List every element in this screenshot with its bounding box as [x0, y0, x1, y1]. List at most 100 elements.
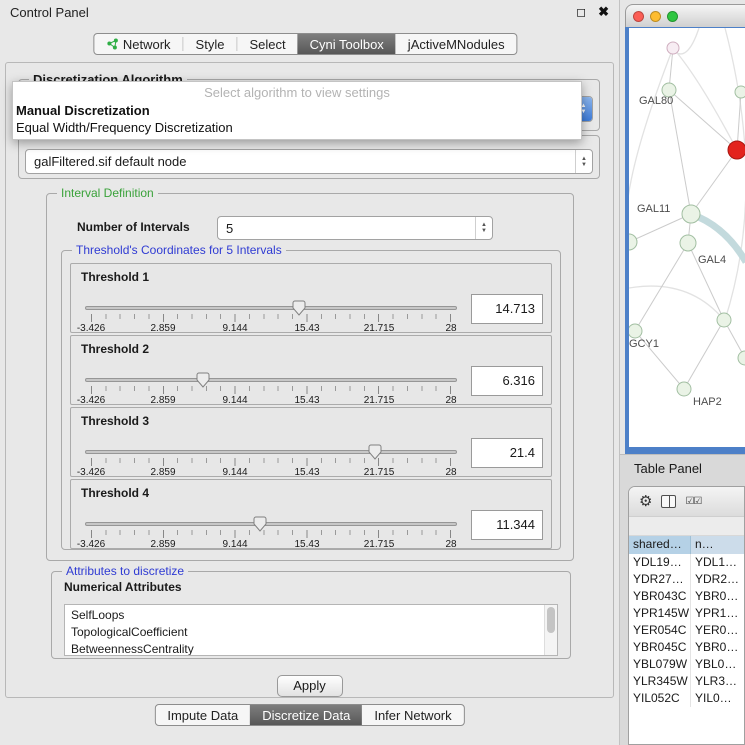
control-panel-titlebar: Control Panel ◻ ✖	[0, 0, 619, 24]
select-columns-icons[interactable]: ☑☑	[685, 496, 701, 507]
slider-thumb[interactable]	[196, 372, 210, 388]
slider-scale-label: 15.43	[294, 467, 319, 477]
table-row[interactable]: YBL079WYBL0…	[629, 656, 744, 673]
network-node[interactable]	[629, 234, 637, 250]
network-window-titlebar[interactable]	[625, 4, 745, 27]
float-window-icon[interactable]: ◻	[576, 5, 586, 19]
slider-thumb[interactable]	[253, 516, 267, 532]
threshold-value-field[interactable]: 11.344	[471, 510, 543, 540]
attribute-item[interactable]: BetweennessCentrality	[65, 641, 557, 656]
interval-definition-legend: Interval Definition	[57, 186, 158, 201]
column-header-name[interactable]: n…	[691, 536, 744, 554]
tab-select[interactable]: Select	[237, 34, 297, 54]
close-window-icon[interactable]: ✖	[598, 4, 609, 20]
network-node[interactable]	[667, 42, 679, 54]
network-edge[interactable]	[691, 150, 737, 214]
slider-scale: -3.4262.8599.14415.4321.71528	[91, 323, 451, 333]
interval-definition-group: Interval Definition Number of Intervals …	[46, 193, 574, 561]
table-row[interactable]: YDL19…YDL1…	[629, 554, 744, 571]
table-row[interactable]: YBR043CYBR0…	[629, 588, 744, 605]
network-edge[interactable]	[669, 90, 737, 150]
algorithm-option[interactable]: Equal Width/Frequency Discretization	[13, 119, 581, 136]
threshold-slider[interactable]: -3.4262.8599.14415.4321.71528	[83, 300, 459, 333]
table-row[interactable]: YER054CYER0…	[629, 622, 744, 639]
window-title: Control Panel	[10, 5, 564, 20]
network-node[interactable]	[735, 86, 745, 98]
slider-scale: -3.4262.8599.14415.4321.71528	[91, 395, 451, 405]
threshold-panel: Threshold 3-3.4262.8599.14415.4321.71528…	[70, 407, 552, 477]
threshold-value-field[interactable]: 21.4	[471, 438, 543, 468]
network-canvas[interactable]: GAL80GAL11GAL4GCY1HAP2	[629, 28, 745, 447]
network-node[interactable]	[680, 235, 696, 251]
traffic-lights	[633, 11, 678, 22]
threshold-slider[interactable]: -3.4262.8599.14415.4321.71528	[83, 516, 459, 549]
tab-style[interactable]: Style	[184, 34, 237, 54]
tab-infer-network[interactable]: Infer Network	[362, 705, 463, 725]
slider-scale-label: 9.144	[222, 467, 247, 477]
slider-scale-label: 28	[445, 323, 456, 333]
slider-scale-label: 2.859	[150, 395, 175, 405]
network-icon	[106, 38, 118, 50]
checkbox-icon[interactable]: ☑	[693, 496, 701, 507]
number-of-intervals-label: Number of Intervals	[77, 220, 190, 234]
tab-network[interactable]: Network	[94, 34, 183, 54]
threshold-slider[interactable]: -3.4262.8599.14415.4321.71528	[83, 372, 459, 405]
table-row[interactable]: YDR27…YDR2…	[629, 571, 744, 588]
network-node[interactable]	[682, 205, 700, 223]
cell-name: YDR2…	[691, 571, 744, 588]
attribute-item[interactable]: TopologicalCoefficient	[65, 624, 557, 641]
algorithm-option[interactable]: Manual Discretization	[13, 102, 581, 119]
tab-label: Impute Data	[167, 708, 238, 723]
attribute-item[interactable]: SelfLoops	[65, 607, 557, 624]
network-edge[interactable]	[684, 320, 724, 389]
threshold-panel: Threshold 4-3.4262.8599.14415.4321.71528…	[70, 479, 552, 549]
columns-icon[interactable]	[661, 495, 676, 508]
slider-thumb[interactable]	[368, 444, 382, 460]
number-of-intervals-combo[interactable]: 5 ▲▼	[217, 216, 493, 240]
scrollbar-thumb[interactable]	[547, 607, 555, 633]
tab-label: Infer Network	[374, 708, 451, 723]
network-node-label: HAP2	[693, 396, 722, 408]
table-data-combo[interactable]: galFiltered.sif default node ▲▼	[25, 149, 593, 174]
slider-thumb[interactable]	[292, 300, 306, 316]
combo-stepper-icon[interactable]: ▲▼	[475, 217, 492, 239]
table-row[interactable]: YPR145WYPR1…	[629, 605, 744, 622]
network-node[interactable]	[738, 351, 745, 365]
network-view-window: GAL80GAL11GAL4GCY1HAP2	[625, 4, 745, 454]
threshold-slider[interactable]: -3.4262.8599.14415.4321.71528	[83, 444, 459, 477]
tab-cyni-toolbox[interactable]: Cyni Toolbox	[298, 34, 396, 54]
threshold-value-field[interactable]: 14.713	[471, 294, 543, 324]
zoom-traffic-icon[interactable]	[667, 11, 678, 22]
attributes-legend: Attributes to discretize	[62, 564, 188, 579]
list-scrollbar[interactable]	[544, 605, 557, 655]
table-row[interactable]: YIL052CYIL0…	[629, 690, 744, 707]
tab-jactivemnodules[interactable]: jActiveMNodules	[396, 34, 517, 54]
numerical-attributes-list: SelfLoopsTopologicalCoefficientBetweenne…	[64, 604, 558, 656]
tab-label: Style	[196, 37, 225, 52]
network-node[interactable]	[629, 324, 642, 338]
tab-impute-data[interactable]: Impute Data	[155, 705, 250, 725]
slider-scale-label: -3.426	[77, 539, 105, 549]
apply-button[interactable]: Apply	[277, 675, 343, 697]
minimize-traffic-icon[interactable]	[650, 11, 661, 22]
column-header-shared-name[interactable]: shared…	[629, 536, 691, 554]
threshold-label: Threshold 3	[81, 414, 149, 428]
algorithm-popup-options: Manual DiscretizationEqual Width/Frequen…	[13, 102, 581, 136]
cell-shared-name: YDL19…	[629, 554, 691, 571]
combo-stepper-icon[interactable]: ▲▼	[575, 150, 592, 173]
network-node[interactable]	[677, 382, 691, 396]
gear-icon[interactable]: ⚙	[639, 494, 652, 509]
threshold-value-field[interactable]: 6.316	[471, 366, 543, 396]
slider-scale-label: -3.426	[77, 323, 105, 333]
network-edge[interactable]	[669, 90, 691, 214]
network-svg: GAL80GAL11GAL4GCY1HAP2	[629, 28, 745, 447]
table-row[interactable]: YBR045CYBR0…	[629, 639, 744, 656]
top-tab-strip: Network Style SelectCyni ToolboxjActiveMNo…	[93, 33, 518, 55]
slider-scale-label: 2.859	[150, 539, 175, 549]
tab-discretize-data[interactable]: Discretize Data	[250, 705, 362, 725]
network-node[interactable]	[728, 141, 745, 159]
table-row[interactable]: YLR345WYLR3…	[629, 673, 744, 690]
cell-shared-name: YBL079W	[629, 656, 691, 673]
network-node[interactable]	[717, 313, 731, 327]
close-traffic-icon[interactable]	[633, 11, 644, 22]
